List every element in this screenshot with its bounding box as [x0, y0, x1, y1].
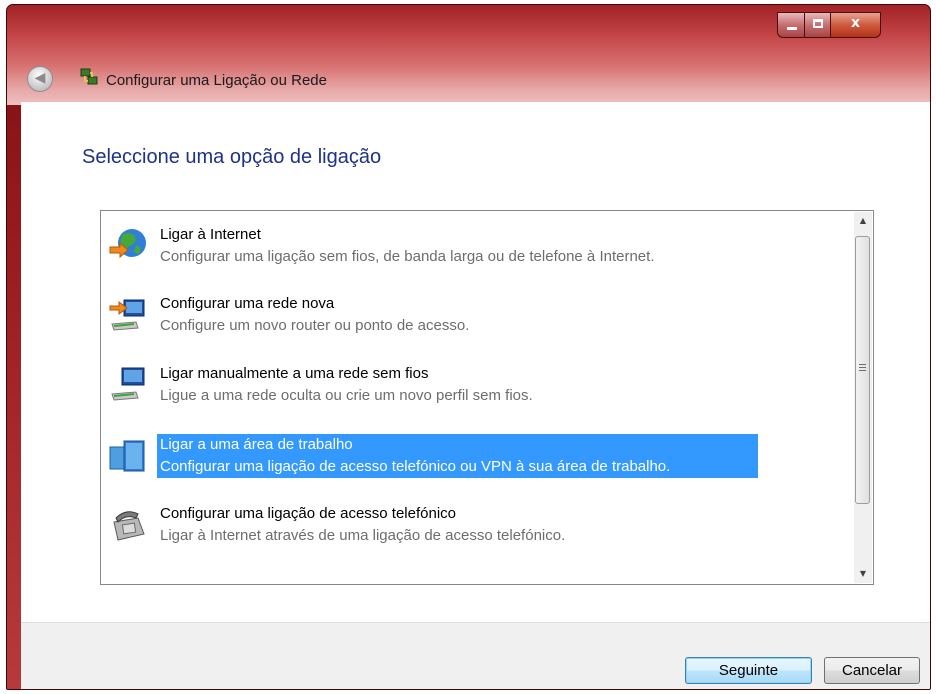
telephone-icon — [113, 511, 145, 541]
vertical-scrollbar[interactable]: ▲ ▼ — [854, 212, 872, 583]
option-title: Configurar uma ligação de acesso telefón… — [160, 505, 457, 522]
connection-options-list[interactable]: Ligar à Internet Configurar uma ligação … — [100, 210, 874, 585]
content-area: Seleccione uma opção de ligação Ligar à … — [21, 102, 930, 689]
option-title: Ligar à Internet — [160, 226, 261, 243]
scrollbar-thumb[interactable] — [855, 236, 870, 504]
globe-icon — [109, 229, 146, 259]
option-title: Ligar manualmente a uma rede sem fios — [160, 365, 429, 382]
option-description: Configurar uma ligação sem fios, de band… — [160, 248, 655, 265]
new-network-icon — [109, 299, 145, 331]
option-description: Ligar à Internet através de uma ligação … — [160, 527, 566, 544]
cancel-button[interactable]: Cancelar — [824, 657, 920, 684]
next-button[interactable]: Seguinte — [685, 657, 812, 684]
minimize-button[interactable] — [777, 12, 805, 38]
window-title: Configurar uma Ligação ou Rede — [106, 72, 327, 89]
button-bar: Seguinte Cancelar — [21, 622, 930, 689]
close-icon: x — [850, 15, 861, 31]
option-description: Ligue a uma rede oculta ou crie um novo … — [160, 387, 533, 404]
option-dialup[interactable]: Configurar uma ligação de acesso telefón… — [103, 502, 845, 559]
minimize-icon — [787, 27, 797, 30]
option-connect-workplace[interactable]: Ligar a uma área de trabalho Configurar … — [103, 433, 845, 490]
dialog-window: x ◀ Configurar uma Ligação ou Rede Selec… — [6, 4, 931, 690]
option-manual-wireless[interactable]: Ligar manualmente a uma rede sem fios Li… — [103, 362, 845, 419]
grip-icon — [859, 364, 866, 372]
scroll-down-icon[interactable]: ▼ — [854, 565, 872, 583]
wireless-network-icon — [111, 367, 145, 401]
option-description: Configurar uma ligação de acesso telefón… — [160, 458, 671, 475]
option-title: Ligar a uma área de trabalho — [160, 436, 353, 453]
title-bar[interactable]: x ◀ Configurar uma Ligação ou Rede — [7, 5, 930, 105]
option-new-network[interactable]: Configurar uma rede nova Configure um no… — [103, 292, 845, 349]
option-connect-internet[interactable]: Ligar à Internet Configurar uma ligação … — [103, 223, 845, 280]
network-icon — [80, 68, 98, 85]
back-arrow-icon: ◀ — [34, 70, 46, 86]
workplace-icon — [109, 440, 145, 472]
option-description: Configure um novo router ou ponto de ace… — [160, 317, 470, 334]
maximize-button[interactable] — [804, 12, 831, 38]
page-heading: Seleccione uma opção de ligação — [82, 146, 382, 168]
option-title: Configurar uma rede nova — [160, 295, 335, 312]
scroll-up-icon[interactable]: ▲ — [854, 212, 872, 230]
maximize-icon — [813, 19, 823, 28]
back-button[interactable]: ◀ — [27, 66, 53, 92]
close-button[interactable]: x — [830, 12, 881, 38]
